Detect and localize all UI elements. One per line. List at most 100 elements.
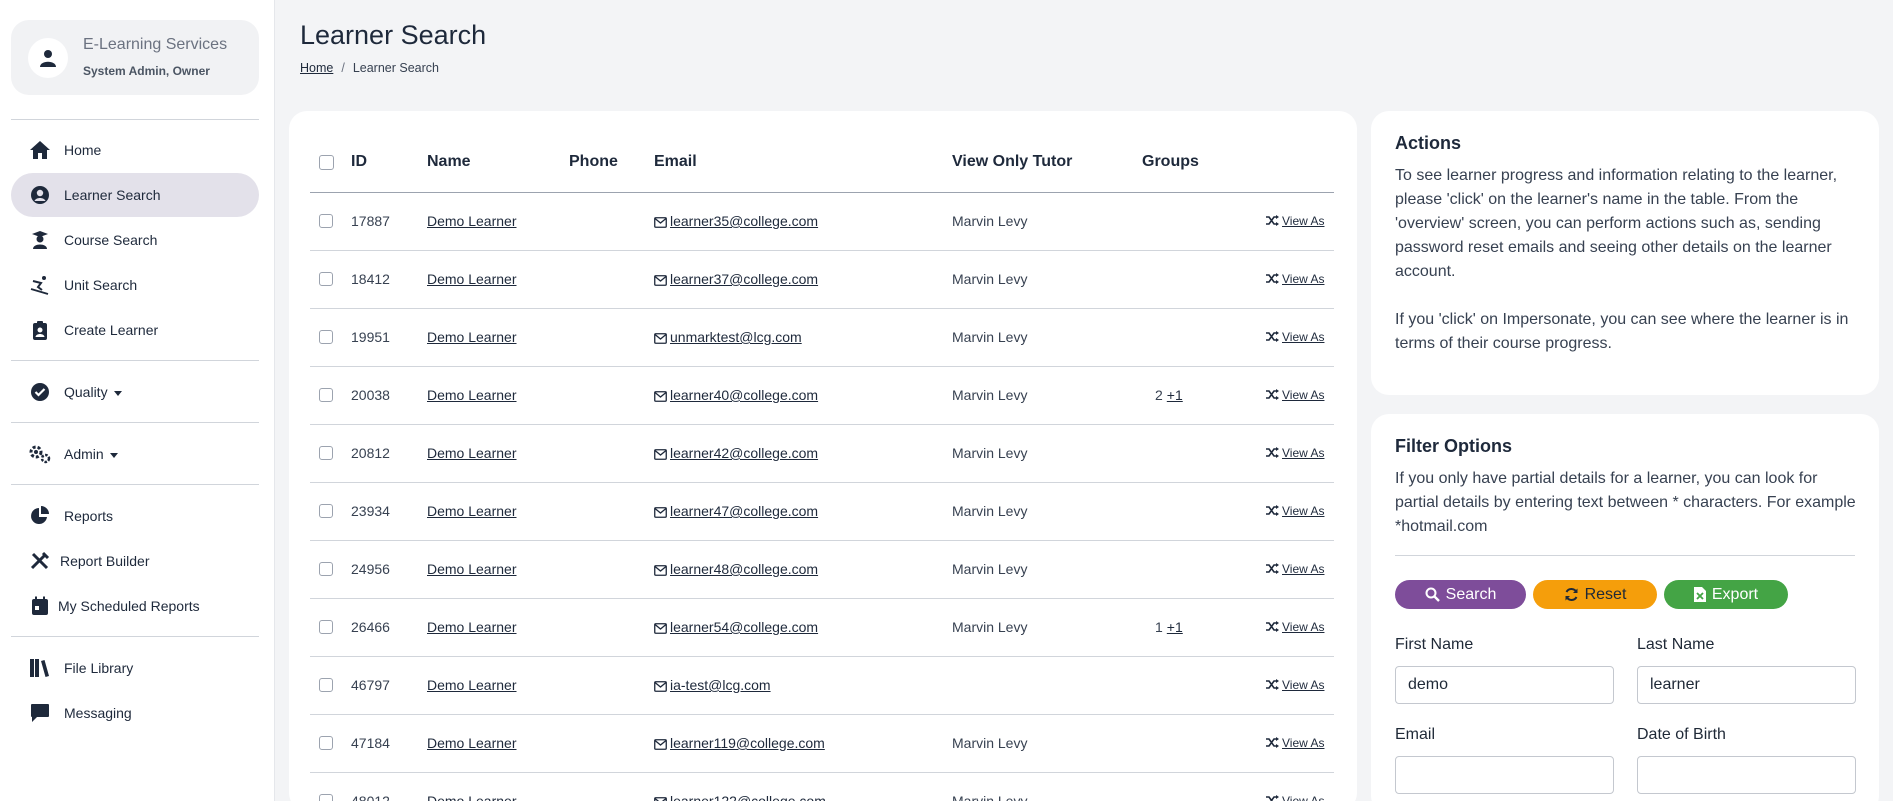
view-as-link[interactable]: View As xyxy=(1266,620,1324,634)
sidebar-item-label: Create Learner xyxy=(64,322,159,338)
row-checkbox[interactable] xyxy=(319,388,333,402)
learner-name-link[interactable]: Demo Learner xyxy=(427,793,517,801)
envelope-icon xyxy=(654,333,667,344)
row-checkbox[interactable] xyxy=(319,736,333,750)
email-link[interactable]: learner40@college.com xyxy=(670,387,818,403)
groups-count: 1 xyxy=(1155,619,1163,635)
column-header-id[interactable]: ID xyxy=(351,153,367,171)
sidebar-item-quality[interactable]: Quality xyxy=(11,370,259,414)
sidebar-item-label: Home xyxy=(64,142,102,158)
learner-name-link[interactable]: Demo Learner xyxy=(427,735,517,751)
reset-button-label: Reset xyxy=(1584,585,1627,603)
row-checkbox[interactable] xyxy=(319,620,333,634)
envelope-icon xyxy=(654,275,667,286)
sidebar-divider xyxy=(11,119,259,120)
view-as-label: View As xyxy=(1282,678,1325,692)
row-checkbox[interactable] xyxy=(319,562,333,576)
view-as-link[interactable]: View As xyxy=(1266,504,1324,518)
row-checkbox[interactable] xyxy=(319,446,333,460)
row-divider xyxy=(310,482,1334,483)
learner-name-link[interactable]: Demo Learner xyxy=(427,387,517,403)
row-checkbox[interactable] xyxy=(319,794,333,801)
sidebar-item-admin[interactable]: Admin xyxy=(11,432,259,476)
select-all-checkbox[interactable] xyxy=(319,155,334,170)
view-as-link[interactable]: View As xyxy=(1266,272,1324,286)
view-as-link[interactable]: View As xyxy=(1266,736,1324,750)
breadcrumb: Home / Learner Search xyxy=(300,61,439,75)
learner-name-link[interactable]: Demo Learner xyxy=(427,445,517,461)
sidebar-item-file-library[interactable]: File Library xyxy=(11,646,259,690)
learner-name-link[interactable]: Demo Learner xyxy=(427,329,517,345)
column-header-email[interactable]: Email xyxy=(654,153,697,171)
first-name-label: First Name xyxy=(1395,636,1474,653)
sidebar-item-messaging[interactable]: Messaging xyxy=(11,691,259,735)
search-button[interactable]: Search xyxy=(1395,580,1526,609)
envelope-icon xyxy=(654,623,667,634)
email-link[interactable]: learner54@college.com xyxy=(670,619,818,635)
cell-id: 46797 xyxy=(351,677,390,693)
last-name-input[interactable] xyxy=(1637,666,1856,704)
sidebar-item-course-search[interactable]: Course Search xyxy=(11,218,259,262)
sidebar-item-label: Quality xyxy=(64,384,122,400)
column-header-view-only-tutor[interactable]: View Only Tutor xyxy=(952,153,1072,171)
view-as-link[interactable]: View As xyxy=(1266,794,1324,801)
sidebar-item-reports[interactable]: Reports xyxy=(11,494,259,538)
sidebar-item-learner-search[interactable]: Learner Search xyxy=(11,173,259,217)
breadcrumb-home-link[interactable]: Home xyxy=(300,61,333,75)
view-as-link[interactable]: View As xyxy=(1266,330,1324,344)
cell-tutor: Marvin Levy xyxy=(952,213,1028,229)
view-as-label: View As xyxy=(1282,620,1325,634)
email-link[interactable]: learner122@college.com xyxy=(670,793,826,801)
learner-name-link[interactable]: Demo Learner xyxy=(427,503,517,519)
caret-down-icon xyxy=(113,390,122,396)
column-header-groups[interactable]: Groups xyxy=(1142,153,1199,171)
view-as-link[interactable]: View As xyxy=(1266,678,1324,692)
filter-divider xyxy=(1395,555,1855,556)
column-header-phone[interactable]: Phone xyxy=(569,153,618,171)
email-link[interactable]: unmarktest@lcg.com xyxy=(670,329,802,345)
view-as-link[interactable]: View As xyxy=(1266,214,1324,228)
reset-button[interactable]: Reset xyxy=(1533,580,1657,609)
groups-more-link[interactable]: +1 xyxy=(1167,387,1183,403)
first-name-input[interactable] xyxy=(1395,666,1614,704)
email-link[interactable]: learner119@college.com xyxy=(670,735,825,751)
view-as-link[interactable]: View As xyxy=(1266,388,1324,402)
email-link[interactable]: learner35@college.com xyxy=(670,213,818,229)
actions-card: Actions To see learner progress and info… xyxy=(1371,111,1879,395)
email-link[interactable]: learner42@college.com xyxy=(670,445,818,461)
learner-name-link[interactable]: Demo Learner xyxy=(427,561,517,577)
view-as-link[interactable]: View As xyxy=(1266,446,1324,460)
sidebar-item-unit-search[interactable]: Unit Search xyxy=(11,263,259,307)
email-link[interactable]: ia-test@lcg.com xyxy=(670,677,771,693)
row-checkbox[interactable] xyxy=(319,504,333,518)
row-checkbox[interactable] xyxy=(319,330,333,344)
sidebar-item-create-learner[interactable]: Create Learner xyxy=(11,308,259,352)
learner-name-link[interactable]: Demo Learner xyxy=(427,213,517,229)
view-as-link[interactable]: View As xyxy=(1266,562,1324,576)
email-input[interactable] xyxy=(1395,756,1614,794)
email-link[interactable]: learner37@college.com xyxy=(670,271,818,287)
clipboard-user-icon xyxy=(29,320,51,340)
row-checkbox[interactable] xyxy=(319,272,333,286)
view-as-label: View As xyxy=(1282,388,1325,402)
cell-groups: 1 +1 xyxy=(1155,619,1183,635)
export-button[interactable]: Export xyxy=(1664,580,1788,609)
learner-name-link[interactable]: Demo Learner xyxy=(427,271,517,287)
sidebar-item-report-builder[interactable]: Report Builder xyxy=(11,539,259,583)
groups-more-link[interactable]: +1 xyxy=(1167,619,1183,635)
learner-name-link[interactable]: Demo Learner xyxy=(427,619,517,635)
column-header-name[interactable]: Name xyxy=(427,153,471,171)
row-checkbox[interactable] xyxy=(319,678,333,692)
row-checkbox[interactable] xyxy=(319,214,333,228)
sidebar-item-home[interactable]: Home xyxy=(11,128,259,172)
sync-icon xyxy=(1565,588,1578,601)
cell-email: learner122@college.com xyxy=(654,793,826,801)
learner-name-link[interactable]: Demo Learner xyxy=(427,677,517,693)
profile-card[interactable]: E-Learning Services System Admin, Owner xyxy=(11,20,259,95)
email-link[interactable]: learner48@college.com xyxy=(670,561,818,577)
email-link[interactable]: learner47@college.com xyxy=(670,503,818,519)
sidebar-item-label: Course Search xyxy=(64,232,158,248)
date-of-birth-input[interactable] xyxy=(1637,756,1856,794)
sidebar-item-my-scheduled-reports[interactable]: My Scheduled Reports xyxy=(11,584,259,628)
shuffle-icon xyxy=(1266,563,1279,574)
